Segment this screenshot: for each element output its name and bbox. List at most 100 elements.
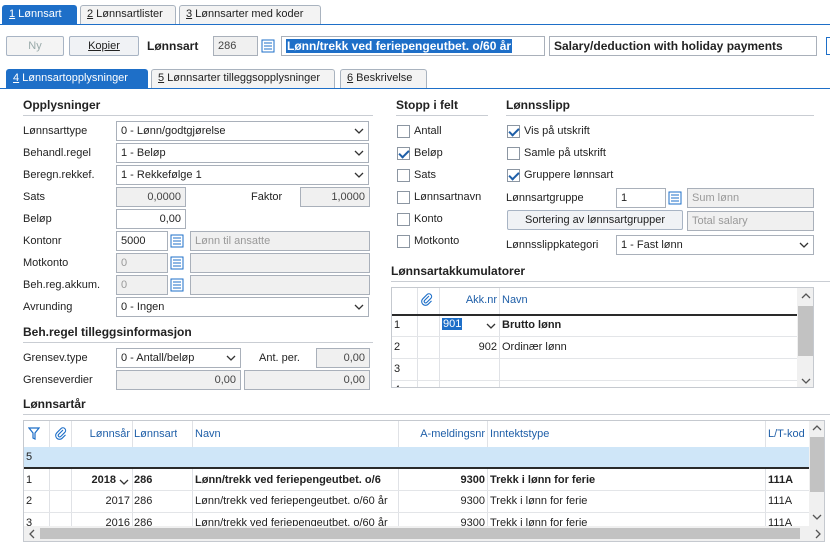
list-icon[interactable] xyxy=(170,278,184,292)
scroll-up-icon[interactable] xyxy=(812,424,822,432)
column-header-navn[interactable]: Navn xyxy=(502,294,528,306)
checkbox-vis-pa-utskrift[interactable] xyxy=(507,125,520,138)
tillegg-heading: Beh.regel tilleggsinformasjon xyxy=(23,325,192,339)
checkbox-konto[interactable] xyxy=(397,213,410,226)
scrollbar-thumb[interactable] xyxy=(810,437,824,492)
gruppe-label: Lønnsartgruppe xyxy=(506,192,584,204)
scrollbar-thumb[interactable] xyxy=(40,528,800,539)
checkbox-label: Vis på utskrift xyxy=(524,125,590,137)
copy-button[interactable]: Kopier xyxy=(69,36,139,56)
checkbox-lonnsartnavn[interactable] xyxy=(397,191,410,204)
grenseverdi-1-field[interactable]: 0,00 xyxy=(116,370,241,390)
checkbox-label: Lønnsartnavn xyxy=(414,191,482,203)
grid-column-divider xyxy=(49,421,50,541)
select-value: 1 - Rekkefølge 1 xyxy=(121,169,202,181)
checkbox-antall[interactable] xyxy=(397,125,410,138)
list-icon[interactable] xyxy=(668,191,682,205)
faktor-field[interactable]: 1,0000 xyxy=(300,187,370,207)
row-index: 1 xyxy=(394,319,401,331)
kontonr-field[interactable]: 5000 xyxy=(116,231,168,251)
kategori-select[interactable]: 1 - Fast lønn xyxy=(616,235,814,255)
chevron-down-icon xyxy=(799,242,809,248)
copy-label: Kopier xyxy=(88,40,120,52)
column-header-lonnsart[interactable]: Lønnsart xyxy=(134,428,177,440)
checkbox-samle-pa-utskrift[interactable] xyxy=(507,147,520,160)
akknr-selected-value: 901 xyxy=(442,318,463,330)
checkbox-motkonto[interactable] xyxy=(397,235,410,248)
column-header-akknr[interactable]: Akk.nr xyxy=(440,294,497,306)
a-meldingsnr-cell: 9300 xyxy=(460,495,485,507)
list-icon[interactable] xyxy=(170,234,184,248)
grensev-select[interactable]: 0 - Antall/beløp xyxy=(116,348,241,368)
tab-tilleggsopplysninger[interactable]: 5 Lønnsarter tilleggsopplysninger xyxy=(151,69,335,88)
column-header-navn[interactable]: Navn xyxy=(195,428,221,440)
checkbox-label: Sats xyxy=(414,169,437,181)
column-header-lt-kode[interactable]: L/T-kod xyxy=(768,428,808,440)
column-header-lonnsar[interactable]: Lønnsår xyxy=(72,428,130,440)
kontonr-description: Lønn til ansatte xyxy=(190,231,370,251)
motkonto-field[interactable]: 0 xyxy=(116,253,168,273)
antper-field[interactable]: 0,00 xyxy=(316,348,370,368)
filter-icon[interactable] xyxy=(28,427,40,440)
faktor-label: Faktor xyxy=(251,191,283,203)
tab-lonnsart[interactable]: 1 Lønnsart xyxy=(2,5,77,24)
kategori-label: Lønnsslippkategori xyxy=(506,239,599,251)
select-value: 0 - Ingen xyxy=(121,301,165,313)
scroll-down-icon[interactable] xyxy=(801,377,811,385)
chevron-down-icon[interactable] xyxy=(119,477,129,487)
lonnsart-number-field[interactable]: 286 xyxy=(213,36,258,56)
behandl-label: Behandl.regel xyxy=(23,147,91,159)
sats-field[interactable]: 0,0000 xyxy=(116,187,186,207)
tab-beskrivelse[interactable]: 6 Beskrivelse xyxy=(340,69,427,88)
list-icon[interactable] xyxy=(170,256,184,270)
sub-tab-bar xyxy=(0,88,830,89)
row-divider xyxy=(24,512,809,513)
chevron-down-icon xyxy=(486,323,496,329)
english-name-input[interactable]: Salary/deduction with holiday payments xyxy=(549,36,817,56)
avrunding-select[interactable]: 0 - Ingen xyxy=(116,297,369,317)
scroll-right-icon[interactable] xyxy=(814,529,822,539)
akknr-editor[interactable]: 901 xyxy=(442,318,497,334)
new-button[interactable]: Ny xyxy=(6,36,64,56)
behandl-select[interactable]: 1 - Beløp xyxy=(116,143,369,163)
checkbox-sats[interactable] xyxy=(397,169,410,182)
tab-lonnsarter-med-koder[interactable]: 3 Lønnsarter med koder xyxy=(179,5,321,24)
scrollbar-thumb[interactable] xyxy=(798,306,813,356)
scroll-up-icon[interactable] xyxy=(801,292,811,300)
divider xyxy=(23,115,373,116)
attachment-icon[interactable] xyxy=(55,427,67,440)
navn-cell: Lønn/trekk ved feriepengeutbet. o/6 xyxy=(195,474,381,486)
new-row[interactable] xyxy=(24,447,809,467)
list-icon[interactable] xyxy=(261,39,275,53)
beregn-select[interactable]: 1 - Rekkefølge 1 xyxy=(116,165,369,185)
tab-lonnsartlister[interactable]: 2 Lønnsartlister xyxy=(80,5,176,24)
akkumulator-grid[interactable]: Akk.nr Navn 1 901 Brutto lønn 2 902 Ordi… xyxy=(391,287,814,388)
grid-column-divider xyxy=(487,421,488,541)
tab-lonnsartopplysninger[interactable]: 4 Lønnsartopplysninger xyxy=(6,69,148,88)
akk-name-cell: Brutto lønn xyxy=(502,319,562,331)
gruppe-field[interactable]: 1 xyxy=(616,188,666,208)
scroll-left-icon[interactable] xyxy=(28,529,36,539)
top-tab-bar xyxy=(0,24,830,25)
edge-control[interactable] xyxy=(826,37,830,55)
divider xyxy=(23,414,830,415)
lonnsart-name-input[interactable]: Lønn/trekk ved feriepengeutbet. o/60 år xyxy=(281,36,545,56)
opplysninger-heading: Opplysninger xyxy=(23,98,101,112)
grenseverdi-2-field[interactable]: 0,00 xyxy=(244,370,370,390)
checkbox-gruppere-lonnsart[interactable] xyxy=(507,169,520,182)
header-divider xyxy=(24,467,809,469)
inntektstype-cell: Trekk i lønn for ferie xyxy=(490,474,596,486)
behreg-field[interactable]: 0 xyxy=(116,275,168,295)
attachment-icon[interactable] xyxy=(421,293,433,306)
checkbox-belop[interactable] xyxy=(397,147,410,160)
sortering-button[interactable]: Sortering av lønnsartgrupper xyxy=(507,210,683,230)
lonnsartar-grid[interactable]: Lønnsår Lønnsart Navn A-meldingsnr Innte… xyxy=(23,420,825,542)
grid-column-divider xyxy=(417,288,418,387)
lonnsarttype-select[interactable]: 0 - Lønn/godtgjørelse xyxy=(116,121,369,141)
tab-label: Lønnsartlister xyxy=(93,8,163,20)
column-header-inntektstype[interactable]: Inntektstype xyxy=(490,428,549,440)
column-header-a-meldingsnr[interactable]: A-meldingsnr xyxy=(400,428,485,440)
lonnsar-cell[interactable]: 2018 xyxy=(72,474,116,486)
scroll-down-icon[interactable] xyxy=(812,513,822,521)
belop-field[interactable]: 0,00 xyxy=(116,209,186,229)
